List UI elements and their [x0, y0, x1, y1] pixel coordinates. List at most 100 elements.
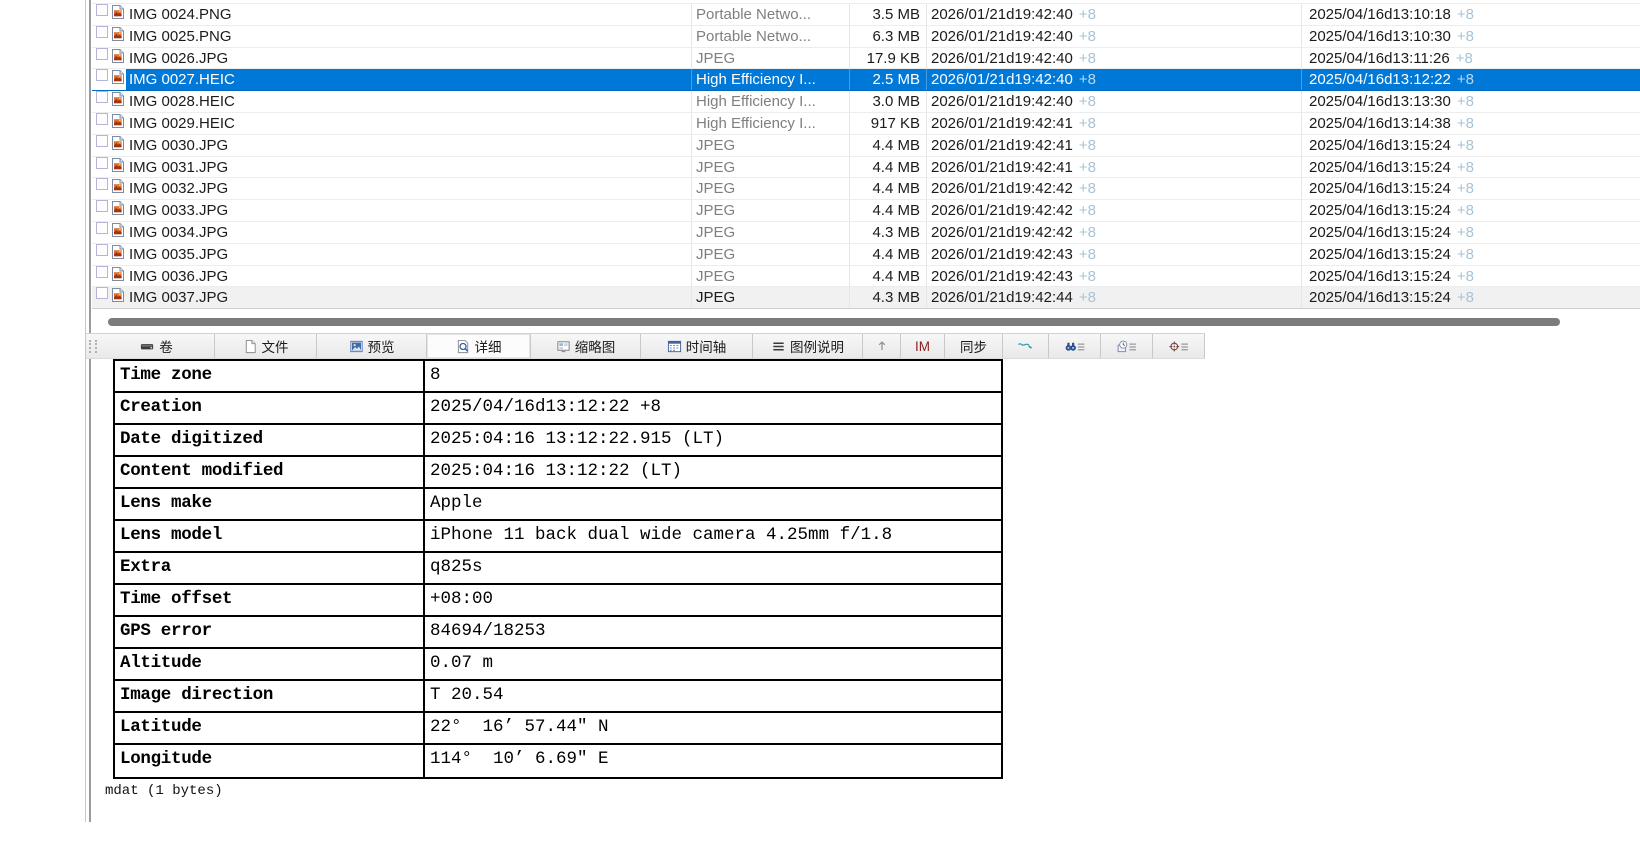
image-file-icon	[110, 266, 126, 282]
row-checkbox[interactable]	[96, 47, 108, 60]
timezone-suffix: +8	[1456, 245, 1474, 263]
row-checkbox[interactable]	[96, 178, 108, 191]
legend-icon	[771, 339, 786, 354]
detail-value: 2025:04:16 13:12:22.915 (LT)	[430, 429, 725, 449]
file-created-date: 2025/04/16d13:15:24 +8	[1309, 136, 1474, 154]
file-created-date: 2025/04/16d13:15:24 +8	[1309, 245, 1474, 263]
im-button[interactable]: IM	[901, 334, 945, 358]
column-separator	[1301, 69, 1302, 91]
table-row[interactable]: IMG 0034.JPG JPEG 4.3 MB 2026/01/21d19:4…	[92, 221, 1640, 244]
toolbar-drag-grip[interactable]	[86, 334, 99, 358]
table-row[interactable]: IMG 0027.HEIC High Efficiency I... 2.5 M…	[92, 69, 1640, 92]
detail-row: Longitude 114° 10’ 6.69″ E	[115, 745, 1001, 777]
detail-label: Creation	[115, 393, 425, 423]
history-button[interactable]	[1101, 334, 1153, 358]
table-row[interactable]: IMG 0030.JPG JPEG 4.4 MB 2026/01/21d19:4…	[92, 134, 1640, 157]
table-row[interactable]: IMG 0025.PNG Portable Netwo... 6.3 MB 20…	[92, 25, 1640, 48]
target-list-icon	[1168, 339, 1190, 354]
image-file-icon	[110, 244, 126, 260]
detail-row: Lens model iPhone 11 back dual wide came…	[115, 521, 1001, 553]
detail-icon	[456, 339, 471, 354]
table-row[interactable]: IMG 0028.HEIC High Efficiency I... 3.0 M…	[92, 91, 1640, 113]
toolbar-label: 文件	[261, 340, 289, 355]
table-row[interactable]: IMG 0036.JPG JPEG 4.4 MB 2026/01/21d19:4…	[92, 265, 1640, 288]
row-checkbox[interactable]	[96, 112, 108, 125]
row-checkbox[interactable]	[96, 156, 108, 169]
timezone-suffix: +8	[1078, 289, 1096, 307]
detail-value: 2025:04:16 13:12:22 (LT)	[430, 461, 683, 481]
wave-sync-button[interactable]	[1003, 334, 1049, 358]
toolbar-label: 详细	[474, 340, 502, 355]
timezone-suffix: +8	[1078, 202, 1096, 220]
column-separator	[691, 221, 692, 243]
table-row[interactable]: IMG 0029.HEIC High Efficiency I... 917 K…	[92, 112, 1640, 135]
timezone-suffix: +8	[1078, 180, 1096, 198]
table-row[interactable]: IMG 0032.JPG JPEG 4.4 MB 2026/01/21d19:4…	[92, 178, 1640, 201]
table-row[interactable]: IMG 0031.JPG JPEG 4.4 MB 2026/01/21d19:4…	[92, 156, 1640, 179]
detail-value: iPhone 11 back dual wide camera 4.25mm f…	[430, 525, 893, 545]
timezone-suffix: +8	[1456, 202, 1474, 220]
image-file-icon	[110, 200, 126, 216]
table-row[interactable]: IMG 0037.JPG JPEG 4.3 MB 2026/01/21d19:4…	[92, 287, 1640, 310]
row-checkbox[interactable]	[96, 200, 108, 213]
file-created-date: 2025/04/16d13:15:24 +8	[1309, 180, 1474, 198]
up-button[interactable]	[863, 334, 901, 358]
file-created-date: 2025/04/16d13:15:24 +8	[1309, 202, 1474, 220]
column-separator	[1301, 200, 1302, 221]
timezone-suffix: +8	[1456, 136, 1474, 154]
timezone-suffix: +8	[1078, 27, 1096, 45]
target-button[interactable]	[1153, 334, 1205, 358]
tab-file[interactable]: 文件	[215, 334, 317, 358]
tab-timeline[interactable]: 时间轴	[641, 334, 753, 358]
detail-label: Content modified	[115, 457, 425, 487]
file-modified-date: 2026/01/21d19:42:40 +8	[931, 49, 1096, 67]
column-separator	[691, 200, 692, 221]
tab-legend[interactable]: 图例说明	[753, 334, 863, 358]
row-checkbox[interactable]	[96, 91, 108, 104]
table-row[interactable]: IMG 0033.JPG JPEG 4.4 MB 2026/01/21d19:4…	[92, 200, 1640, 222]
timezone-suffix: +8	[1078, 245, 1096, 263]
row-checkbox[interactable]	[96, 287, 108, 300]
tab-thumbnail[interactable]: 缩略图	[531, 334, 641, 358]
row-checkbox[interactable]	[96, 25, 108, 38]
file-modified-date: 2026/01/21d19:42:42 +8	[931, 180, 1096, 198]
table-row[interactable]: IMG 0035.JPG JPEG 4.4 MB 2026/01/21d19:4…	[92, 243, 1640, 266]
row-checkbox[interactable]	[96, 4, 108, 16]
timezone-suffix: +8	[1456, 180, 1474, 198]
row-checkbox[interactable]	[96, 69, 108, 82]
file-name: IMG 0030.JPG	[129, 136, 229, 154]
row-checkbox[interactable]	[96, 265, 108, 278]
toolbar-label: 时间轴	[685, 340, 727, 355]
file-created-date: 2025/04/16d13:14:38 +8	[1309, 114, 1474, 132]
up-arrow-icon	[875, 339, 889, 353]
column-separator	[691, 69, 692, 91]
timezone-suffix: +8	[1456, 27, 1474, 45]
status-text: mdat (1 bytes)	[105, 783, 223, 799]
detail-row: Creation 2025/04/16d13:12:22 +8	[115, 393, 1001, 425]
file-size: 3.5 MB	[872, 6, 920, 23]
row-checkbox[interactable]	[96, 134, 108, 147]
find-button[interactable]	[1049, 334, 1101, 358]
view-mode-toolbar: 卷 文件 预览 详细 缩略图 时间轴 图例说明 IM 同步	[86, 333, 1205, 359]
tab-detail[interactable]: 详细	[427, 334, 531, 358]
file-type: JPEG	[696, 267, 736, 285]
table-row[interactable]: IMG 0026.JPG JPEG 17.9 KB 2026/01/21d19:…	[92, 47, 1640, 70]
file-created-date: 2025/04/16d13:13:30 +8	[1309, 93, 1474, 111]
detail-label: Longitude	[115, 745, 425, 777]
row-checkbox[interactable]	[96, 243, 108, 256]
column-separator	[1301, 265, 1302, 287]
file-size: 4.3 MB	[872, 289, 920, 307]
column-separator	[926, 134, 927, 156]
row-checkbox[interactable]	[96, 221, 108, 234]
file-name: IMG 0029.HEIC	[129, 114, 235, 132]
tab-preview[interactable]: 预览	[317, 334, 427, 358]
tab-volume[interactable]: 卷	[99, 334, 215, 358]
table-row[interactable]: IMG 0024.PNG Portable Netwo... 3.5 MB 20…	[92, 4, 1640, 26]
file-size: 4.4 MB	[872, 245, 920, 263]
file-created-date: 2025/04/16d13:15:24 +8	[1309, 223, 1474, 241]
horizontal-scrollbar-thumb[interactable]	[108, 318, 1560, 326]
timezone-suffix: +8	[1456, 93, 1474, 111]
column-separator	[691, 134, 692, 156]
sync-button[interactable]: 同步	[945, 334, 1003, 358]
detail-row: Altitude 0.07 m	[115, 649, 1001, 681]
